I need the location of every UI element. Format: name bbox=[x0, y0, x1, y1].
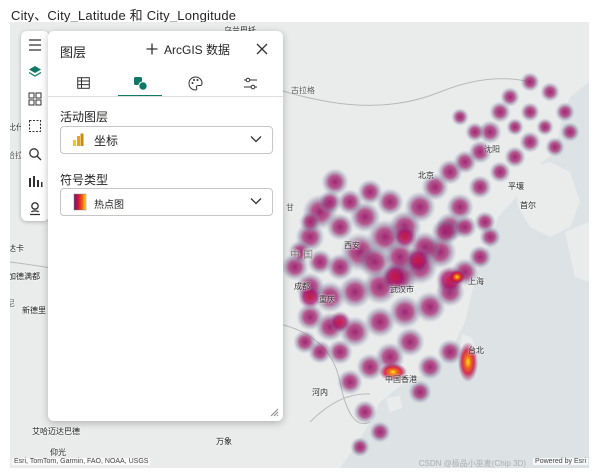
close-icon bbox=[256, 43, 268, 55]
heatmap-point bbox=[451, 108, 469, 126]
map-label-yangon: 仰光 bbox=[50, 448, 66, 457]
map-label-wuhan: 武汉市 bbox=[390, 285, 414, 294]
watermark: CSDN @极品小巫麦(Chip 3D) bbox=[418, 459, 526, 468]
location-pin-icon[interactable] bbox=[25, 198, 45, 218]
map-label-hanoi: 河内 bbox=[312, 388, 328, 397]
heatmap-point bbox=[500, 87, 520, 107]
layers-icon[interactable] bbox=[25, 62, 45, 82]
active-layer-label: 活动图层 bbox=[60, 110, 109, 124]
map-label-vientiane: 万象 bbox=[216, 437, 232, 446]
heatmap-point bbox=[299, 211, 321, 233]
basemap-grid-icon[interactable] bbox=[25, 89, 45, 109]
heatmap-warm-spot bbox=[393, 225, 417, 249]
panel-title: 图层 bbox=[60, 45, 87, 60]
heatmap-point bbox=[560, 122, 580, 142]
heatmap-point bbox=[465, 122, 485, 142]
heatmap-point bbox=[293, 330, 317, 354]
layers-panel: 图层 ArcGIS 数据 活动图层 坐标 符号类型 热点图 bbox=[48, 31, 283, 421]
heatmap-gradient-icon bbox=[73, 193, 87, 211]
heatmap-point bbox=[555, 102, 575, 122]
heatmap-point bbox=[545, 137, 565, 157]
heatmap-point bbox=[489, 161, 511, 183]
active-layer-value: 坐标 bbox=[94, 134, 119, 148]
chevron-down-icon bbox=[250, 136, 262, 143]
heatmap-point bbox=[536, 118, 554, 136]
map-label-newdelhi: 新德里 bbox=[22, 306, 46, 315]
select-rectangle-icon[interactable] bbox=[25, 116, 45, 136]
map-label-nepal-fragment: 尼 bbox=[10, 299, 15, 308]
palette-icon bbox=[188, 75, 203, 91]
heatmap-point bbox=[453, 215, 477, 239]
tab-settings[interactable] bbox=[227, 71, 273, 95]
heatmap-point bbox=[520, 72, 540, 92]
land-mass bbox=[386, 396, 402, 412]
analytics-bars-icon[interactable] bbox=[25, 171, 45, 191]
heatmap-warm-spot bbox=[405, 247, 431, 273]
tab-table[interactable] bbox=[60, 71, 106, 95]
heatmap-hotspot bbox=[449, 270, 465, 284]
menu-icon[interactable] bbox=[25, 35, 45, 55]
map-label-beijing: 北京 bbox=[418, 171, 434, 180]
land-mass bbox=[565, 222, 589, 282]
active-layer-dropdown[interactable]: 坐标 bbox=[60, 126, 273, 154]
tabs-divider bbox=[48, 96, 283, 97]
search-icon[interactable] bbox=[25, 144, 45, 164]
heatmap-point bbox=[337, 369, 363, 395]
heatmap-point bbox=[540, 82, 560, 102]
symbol-type-label: 符号类型 bbox=[60, 173, 109, 187]
map-toolbar bbox=[21, 31, 49, 221]
symbol-type-value: 热点图 bbox=[94, 200, 124, 211]
map-label-gulag: 古拉格 bbox=[291, 86, 315, 95]
map-label-chengdu: 成都 bbox=[294, 282, 310, 291]
heatmap-point bbox=[506, 118, 524, 136]
map-label-hongkong: 中国香港 bbox=[385, 375, 417, 384]
map-label-xian: 西安 bbox=[344, 241, 360, 250]
chevron-down-icon bbox=[250, 198, 262, 205]
heatmap-point bbox=[326, 253, 354, 281]
heatmap-point bbox=[353, 400, 377, 424]
map-label-shanghai: 上海 bbox=[468, 277, 484, 286]
map-attribution: Esri, TomTom, Garmin, FAO, NOAA, USGS bbox=[12, 458, 151, 465]
bar-chart-icon bbox=[73, 133, 84, 146]
heatmap-point bbox=[468, 245, 492, 269]
powered-by-esri[interactable]: Powered by Esri bbox=[533, 458, 588, 465]
heatmap-point bbox=[520, 102, 540, 122]
heatmap-warm-spot bbox=[329, 311, 351, 333]
add-arcgis-data-button[interactable]: ArcGIS 数据 bbox=[146, 40, 230, 58]
sliders-icon bbox=[243, 77, 257, 89]
map-label-gansu-fragment: 甘 bbox=[286, 203, 294, 212]
heatmap-point bbox=[468, 175, 492, 199]
heatmap-point bbox=[318, 190, 342, 214]
map-label-china: 中 国 bbox=[290, 250, 314, 261]
map-label-pyongyang: 平壤 bbox=[508, 182, 524, 191]
map-label-taibei: 台北 bbox=[468, 346, 484, 355]
map-label-seoul: 首尔 bbox=[520, 201, 536, 210]
heatmap-point bbox=[474, 211, 496, 233]
map-label-ahmedabad: 艾哈迈达巴德 bbox=[32, 427, 80, 436]
map-label-shenyang: 沈阳 bbox=[484, 145, 500, 154]
close-button[interactable] bbox=[254, 41, 270, 57]
table-icon bbox=[76, 77, 90, 89]
tab-symbology[interactable] bbox=[117, 71, 163, 95]
map-label-chongqing: 重庆 bbox=[319, 295, 335, 304]
resize-grip-icon[interactable] bbox=[269, 407, 279, 417]
tab-style[interactable] bbox=[172, 71, 218, 95]
heatmap-point bbox=[350, 437, 370, 457]
map-label-dhaka: 达卡 bbox=[10, 244, 24, 253]
plus-icon bbox=[146, 43, 158, 55]
add-data-label: ArcGIS 数据 bbox=[164, 42, 231, 57]
map-label-kathmandu: 加德满都 bbox=[10, 272, 40, 281]
heatmap-point bbox=[369, 421, 391, 443]
shapes-icon bbox=[133, 76, 148, 91]
symbol-type-dropdown[interactable]: 热点图 bbox=[60, 188, 273, 216]
panel-tabs bbox=[48, 71, 283, 97]
